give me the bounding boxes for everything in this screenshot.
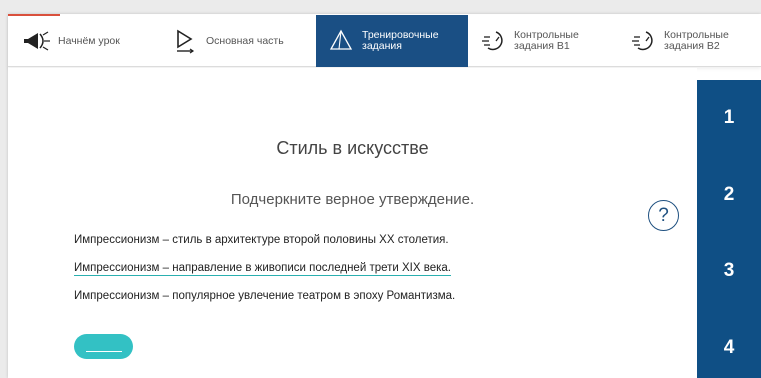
accent-line bbox=[8, 14, 60, 16]
task-instruction-text: Подчеркните верное утверждение. bbox=[230, 191, 475, 208]
timer-icon bbox=[628, 26, 658, 56]
check-button-bar bbox=[85, 350, 122, 352]
nav-item-training-tasks[interactable]: Тренировочные задания bbox=[316, 15, 468, 67]
nav-item-main-part[interactable]: Основная часть bbox=[170, 15, 284, 67]
task-number-panel: 1 2 3 4 bbox=[697, 80, 761, 378]
task-number-1[interactable]: 1 bbox=[697, 107, 761, 129]
nav-item-label: Начнём урок bbox=[58, 34, 120, 47]
statement-option-2[interactable]: Импрессионизм – направление в живописи п… bbox=[74, 262, 451, 276]
pyramid-icon bbox=[326, 26, 356, 56]
task-instruction: Подчеркните верное утверждение. bbox=[8, 191, 697, 208]
task-number-3[interactable]: 3 bbox=[697, 260, 761, 282]
lesson-navbar: Начнём урок Основная часть Тренировочные… bbox=[8, 15, 761, 67]
nav-item-control-tasks-b1[interactable]: Контрольные задания В1 bbox=[478, 15, 594, 67]
play-icon bbox=[170, 26, 200, 56]
nav-item-control-tasks-b2[interactable]: Контрольные задания В2 bbox=[628, 15, 744, 67]
statement-option-3[interactable]: Импрессионизм – популярное увлечение теа… bbox=[74, 290, 455, 302]
nav-item-start[interactable]: Начнём урок bbox=[22, 15, 120, 67]
timer-icon bbox=[478, 26, 508, 56]
help-button[interactable]: ? bbox=[648, 200, 679, 231]
nav-item-label: Тренировочные задания bbox=[362, 29, 439, 52]
help-icon: ? bbox=[658, 204, 669, 226]
nav-item-label: Контрольные задания В1 bbox=[514, 29, 579, 52]
megaphone-icon bbox=[22, 26, 52, 56]
page-title: Стиль в искусстве bbox=[276, 138, 429, 158]
nav-item-label: Основная часть bbox=[206, 34, 284, 47]
nav-item-label: Контрольные задания В2 bbox=[664, 29, 729, 52]
task-number-2[interactable]: 2 bbox=[697, 184, 761, 206]
statement-option-1[interactable]: Импрессионизм – стиль в архитектуре втор… bbox=[74, 234, 449, 246]
task-content: Стиль в искусстве Подчеркните верное утв… bbox=[8, 68, 697, 378]
check-answer-button[interactable] bbox=[74, 334, 133, 359]
task-number-4[interactable]: 4 bbox=[697, 337, 761, 359]
